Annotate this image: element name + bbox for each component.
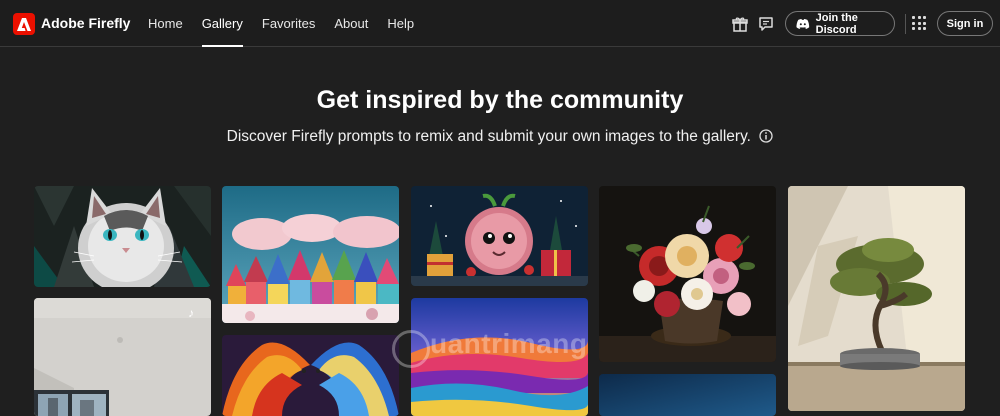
gallery-tile-bonsai[interactable] xyxy=(788,186,965,411)
info-icon[interactable] xyxy=(759,129,773,148)
gallery-tile-phoenix-birds[interactable] xyxy=(222,335,399,416)
nav-gallery[interactable]: Gallery xyxy=(194,0,251,47)
join-discord-button[interactable]: Join the Discord xyxy=(785,11,895,36)
feedback-icon[interactable] xyxy=(757,15,775,33)
header-divider xyxy=(905,14,906,34)
gallery-tile-colorful-village[interactable] xyxy=(222,186,399,323)
gallery-tile-cat[interactable] xyxy=(34,186,211,287)
nav-home[interactable]: Home xyxy=(140,0,191,47)
nav-favorites[interactable]: Favorites xyxy=(254,0,323,47)
main-nav: Home Gallery Favorites About Help xyxy=(140,0,425,47)
gallery-tile-fluffy-creature[interactable] xyxy=(411,186,588,286)
gallery-tile-night-sky[interactable] xyxy=(599,374,776,416)
gift-icon[interactable] xyxy=(731,15,749,33)
tiktok-icon: ♪ xyxy=(188,306,194,320)
page-subtitle: Discover Firefly prompts to remix and su… xyxy=(0,128,1000,148)
page-title: Get inspired by the community xyxy=(316,86,684,114)
discord-icon xyxy=(796,18,810,29)
top-navigation-bar: Adobe Firefly Home Gallery Favorites Abo… xyxy=(0,0,1000,47)
subtitle-text: Discover Firefly prompts to remix and su… xyxy=(226,128,751,145)
watermark-logo-icon xyxy=(392,330,430,368)
brand-name[interactable]: Adobe Firefly xyxy=(41,15,130,31)
gallery-tile-room-video[interactable]: ♪ xyxy=(34,298,211,416)
watermark-text: uantrimang xyxy=(430,328,588,359)
sign-in-button[interactable]: Sign in xyxy=(937,11,993,36)
gallery-tile-flower-bouquet[interactable] xyxy=(599,186,776,362)
apps-icon[interactable] xyxy=(912,16,926,30)
nav-help[interactable]: Help xyxy=(379,0,422,47)
adobe-logo-icon[interactable] xyxy=(13,13,35,35)
nav-about[interactable]: About xyxy=(326,0,376,47)
discord-label: Join the Discord xyxy=(815,11,858,36)
